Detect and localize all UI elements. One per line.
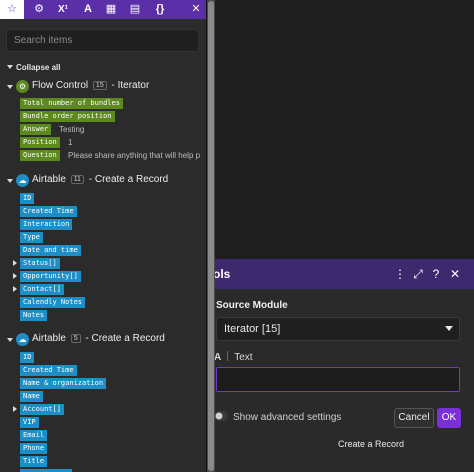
text-icon[interactable]: A <box>76 0 100 19</box>
table-icon[interactable]: ▤ <box>123 0 147 19</box>
text-value-input[interactable] <box>216 367 460 392</box>
mapping-item[interactable]: Account[] <box>20 404 64 415</box>
close-icon[interactable]: ✕ <box>185 0 206 19</box>
chevron-down-icon <box>445 326 453 331</box>
dialog-header: ols ⋮ ⤢ ? ✕ <box>208 259 474 289</box>
expand-arrow-icon[interactable] <box>13 273 17 279</box>
expand-arrow-icon[interactable] <box>13 406 17 412</box>
mapping-item[interactable]: Created Time <box>20 365 77 376</box>
mapping-item[interactable]: VIP <box>20 417 39 428</box>
mapping-item[interactable]: Contact[] <box>20 284 64 295</box>
source-module-value: Iterator [15] <box>224 323 281 335</box>
app-root: ols ⋮ ⤢ ? ✕ Source Module Iterator [15] … <box>0 0 474 472</box>
airtable-icon: ☁ <box>16 174 29 187</box>
item-value: Testing <box>59 125 85 134</box>
source-module-label: Source Module <box>216 300 288 311</box>
module-title: Airtable 11 - Create a Record <box>32 174 169 185</box>
module-caption: Create a Record <box>338 439 405 449</box>
mapping-item[interactable]: Status[] <box>20 258 60 269</box>
scrollbar-thumb[interactable] <box>208 1 214 471</box>
mapping-item[interactable]: Interaction <box>20 219 73 230</box>
mapping-item[interactable]: Bundle order position <box>20 111 115 122</box>
collapse-all-label: Collapse all <box>16 63 61 72</box>
mapping-panel: ☆ ⚙ X¹ A ▦ ▤ {} ✕ Collapse all ⚙ Flow Co… <box>0 0 207 472</box>
braces-icon[interactable]: {} <box>148 0 172 19</box>
star-icon[interactable]: ☆ <box>0 0 24 19</box>
mapping-item[interactable]: Type <box>20 232 43 243</box>
mapping-item[interactable]: Calendly Notes <box>20 297 86 308</box>
item-value: Please share anything that will help p <box>68 151 201 160</box>
airtable-icon: ☁ <box>16 333 29 346</box>
help-icon[interactable]: ? <box>429 266 443 282</box>
module-settings-dialog: ols ⋮ ⤢ ? ✕ Source Module Iterator [15] … <box>208 259 474 472</box>
expand-arrow-icon[interactable] <box>13 260 17 266</box>
calendar-icon[interactable]: ▦ <box>99 0 123 19</box>
search-input[interactable] <box>6 29 199 52</box>
mapping-item[interactable]: ID <box>20 193 35 204</box>
mapping-item[interactable]: Date and time <box>20 245 81 256</box>
field-type-label: Text <box>234 352 253 363</box>
advanced-settings-label: Show advanced settings <box>233 412 342 423</box>
module-title: Flow Control 15 - Iterator <box>32 80 150 91</box>
mapping-item[interactable]: Notes <box>20 310 48 321</box>
ok-button[interactable]: OK <box>437 408 461 428</box>
mapping-item[interactable]: Position <box>20 137 60 148</box>
mapping-item[interactable]: Created Time <box>20 206 77 217</box>
mapping-item[interactable]: Total number of bundles <box>20 98 123 109</box>
gear-icon: ⚙ <box>16 80 29 93</box>
source-module-select[interactable]: Iterator [15] <box>216 317 460 341</box>
collapse-all-button[interactable]: Collapse all <box>7 63 60 72</box>
expand-arrow-icon[interactable] <box>13 286 17 292</box>
panel-scrollbar[interactable] <box>207 0 215 472</box>
mapping-item[interactable]: Phone <box>20 443 48 454</box>
module-title: Airtable 5 - Create a Record <box>32 333 165 344</box>
close-icon[interactable]: ✕ <box>448 266 462 282</box>
mapping-item[interactable]: Question <box>20 150 60 161</box>
cancel-button[interactable]: Cancel <box>394 408 434 428</box>
function-tabs: ☆ ⚙ X¹ A ▦ ▤ {} ✕ <box>0 0 206 19</box>
gear-icon[interactable]: ⚙ <box>27 0 51 19</box>
dialog-title: ols <box>213 267 231 281</box>
item-value: 1 <box>68 138 73 147</box>
math-icon[interactable]: X¹ <box>51 0 75 19</box>
mapping-item[interactable]: Title <box>20 456 48 467</box>
advanced-settings-toggle[interactable] <box>214 411 228 421</box>
text-type-icon: A <box>214 352 222 363</box>
mapping-item[interactable]: Email <box>20 430 48 441</box>
field-type-row: A Text <box>214 351 253 363</box>
mapping-item[interactable]: Answer <box>20 124 52 135</box>
mapping-item[interactable]: ID <box>20 352 35 363</box>
expand-icon[interactable]: ⤢ <box>411 266 425 282</box>
mapping-item[interactable]: Opportunity[] <box>20 271 81 282</box>
mapping-item[interactable]: Name & organization <box>20 378 107 389</box>
mapping-item[interactable]: Name <box>20 391 43 402</box>
more-vertical-icon[interactable]: ⋮ <box>393 266 407 282</box>
